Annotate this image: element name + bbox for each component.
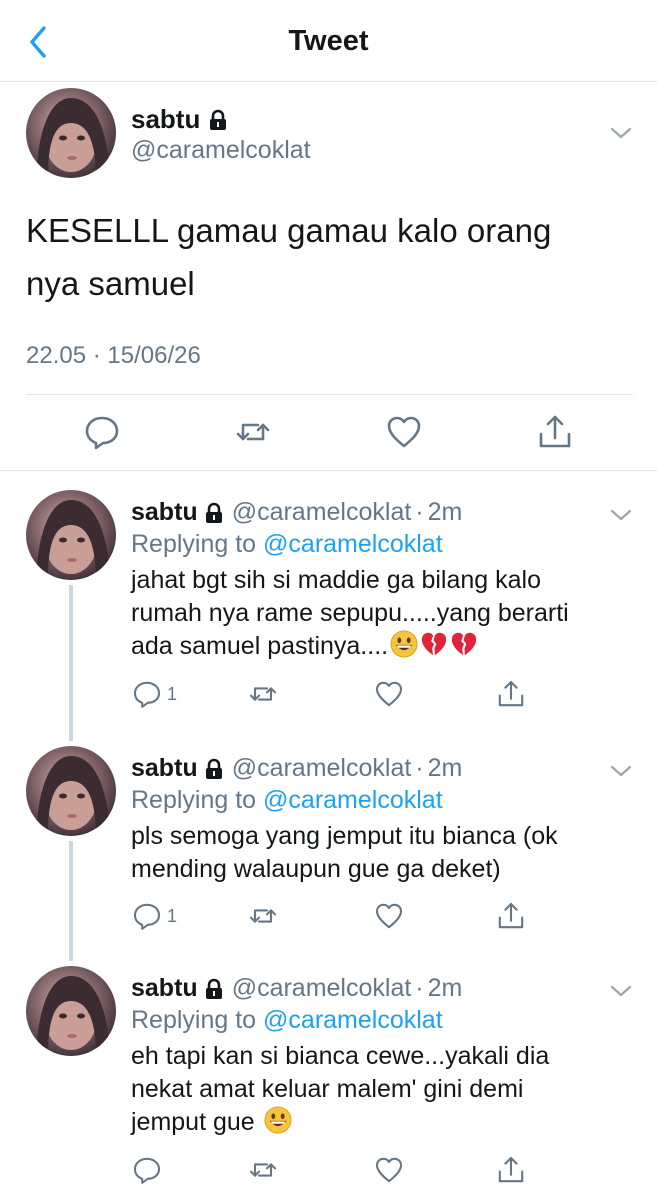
mention-link[interactable]: @caramelcoklat: [263, 786, 443, 814]
retweet-icon[interactable]: [247, 1154, 279, 1186]
reply-icon[interactable]: [82, 412, 122, 452]
avatar[interactable]: [26, 966, 116, 1056]
author-name[interactable]: sabtu: [131, 104, 228, 135]
tweet-action-bar: [0, 412, 657, 452]
divider: [0, 470, 657, 471]
tweet-text-segment: ada samuel pastinya....: [131, 632, 389, 660]
replying-to-label: Replying to: [131, 530, 257, 558]
chevron-down-icon[interactable]: [608, 758, 634, 784]
grinning-emoji: [390, 630, 418, 658]
retweet-icon[interactable]: [233, 412, 273, 452]
separator-dot: ·: [415, 974, 424, 1002]
tweet-text-line: KESELLL gamau gamau kalo orang: [26, 212, 552, 249]
replying-to: Replying to @caramelcoklat: [131, 530, 443, 559]
share-icon[interactable]: [495, 678, 527, 710]
tweet-text-segment: jemput gue: [131, 1108, 255, 1136]
broken-heart-emoji: [450, 630, 478, 658]
tweet-text-line: mending walaupun gue ga deket): [131, 855, 501, 883]
mention-link[interactable]: @caramelcoklat: [263, 1006, 443, 1034]
share-icon[interactable]: [495, 1154, 527, 1186]
tweet-time: 2m: [427, 974, 463, 1002]
tweet-text-line: nekat amat keluar malem' gini demi: [131, 1075, 524, 1103]
tweet-time: 2m: [427, 498, 463, 526]
grinning-emoji: [264, 1106, 292, 1134]
chevron-down-icon[interactable]: [608, 978, 634, 1004]
separator-dot: ·: [415, 754, 424, 782]
tweet-text: eh tapi kan si bianca cewe...yakali dia …: [131, 1040, 636, 1139]
separator-dot: ·: [415, 498, 424, 526]
tweet-text: pls semoga yang jemput itu bianca (ok me…: [131, 820, 636, 886]
share-icon[interactable]: [495, 900, 527, 932]
like-icon[interactable]: [373, 1154, 405, 1186]
like-icon[interactable]: [373, 900, 405, 932]
reply-icon: [131, 678, 163, 710]
reply-count: 1: [167, 905, 178, 926]
tweet-action-bar: [131, 1154, 551, 1186]
tweet-action-bar: 1: [131, 678, 551, 710]
tweet-text-line: ada samuel pastinya....: [131, 630, 636, 663]
reply-button[interactable]: 1: [131, 900, 177, 932]
retweet-icon[interactable]: [247, 678, 279, 710]
tweet-text-line: jemput gue: [131, 1106, 636, 1139]
reply-button[interactable]: 1: [131, 678, 177, 710]
retweet-icon[interactable]: [247, 900, 279, 932]
top-nav-bar: Tweet: [0, 0, 657, 82]
reply-icon: [131, 900, 163, 932]
chevron-down-icon[interactable]: [608, 502, 634, 528]
tweet-text-line: rumah nya rame sepupu.....yang berarti: [131, 599, 569, 627]
mention-link[interactable]: @caramelcoklat: [263, 530, 443, 558]
author-name-text: sabtu: [131, 104, 201, 134]
like-icon[interactable]: [373, 678, 405, 710]
author-name[interactable]: sabtu: [131, 498, 198, 527]
author-handle[interactable]: @caramelcoklat: [232, 498, 412, 527]
share-icon[interactable]: [535, 412, 575, 452]
broken-heart-emoji: [420, 630, 448, 658]
reply-count: 1: [167, 683, 178, 704]
replying-to-label: Replying to: [131, 786, 257, 814]
author-name[interactable]: sabtu: [131, 754, 198, 783]
replying-to: Replying to @caramelcoklat: [131, 1006, 443, 1035]
page-title: Tweet: [288, 25, 369, 57]
author-handle[interactable]: @caramelcoklat: [232, 974, 412, 1003]
lock-icon: [208, 109, 228, 131]
like-icon[interactable]: [384, 412, 424, 452]
lock-icon: [204, 502, 224, 524]
tweet-text-line: eh tapi kan si bianca cewe...yakali dia: [131, 1042, 550, 1070]
author-handle[interactable]: @caramelcoklat: [131, 136, 311, 165]
tweet-time: 2m: [427, 754, 463, 782]
reply-icon[interactable]: [131, 1154, 163, 1186]
thread-line: [69, 585, 73, 741]
tweet-text-line: jahat bgt sih si maddie ga bilang kalo: [131, 566, 541, 594]
replying-to: Replying to @caramelcoklat: [131, 786, 443, 815]
divider: [26, 394, 633, 395]
tweet-text-line: nya samuel: [26, 265, 195, 302]
replying-to-label: Replying to: [131, 1006, 257, 1034]
tweet-text: KESELLL gamau gamau kalo orang nya samue…: [26, 204, 626, 310]
chevron-down-icon[interactable]: [608, 120, 634, 146]
reply-header: sabtu @caramelcoklat · 2m: [131, 974, 462, 1003]
lock-icon: [204, 978, 224, 1000]
reply-header: sabtu @caramelcoklat · 2m: [131, 498, 462, 527]
tweet-timestamp: 22.05 · 15/06/26: [26, 342, 201, 369]
tweet-text: jahat bgt sih si maddie ga bilang kalo r…: [131, 564, 636, 663]
tweet-action-bar: 1: [131, 900, 551, 932]
author-name[interactable]: sabtu: [131, 974, 198, 1003]
lock-icon: [204, 758, 224, 780]
avatar[interactable]: [26, 746, 116, 836]
reply-header: sabtu @caramelcoklat · 2m: [131, 754, 462, 783]
tweet-text-line: pls semoga yang jemput itu bianca (ok: [131, 822, 558, 850]
thread-line: [69, 841, 73, 961]
avatar[interactable]: [26, 490, 116, 580]
author-handle[interactable]: @caramelcoklat: [232, 754, 412, 783]
avatar[interactable]: [26, 88, 116, 178]
